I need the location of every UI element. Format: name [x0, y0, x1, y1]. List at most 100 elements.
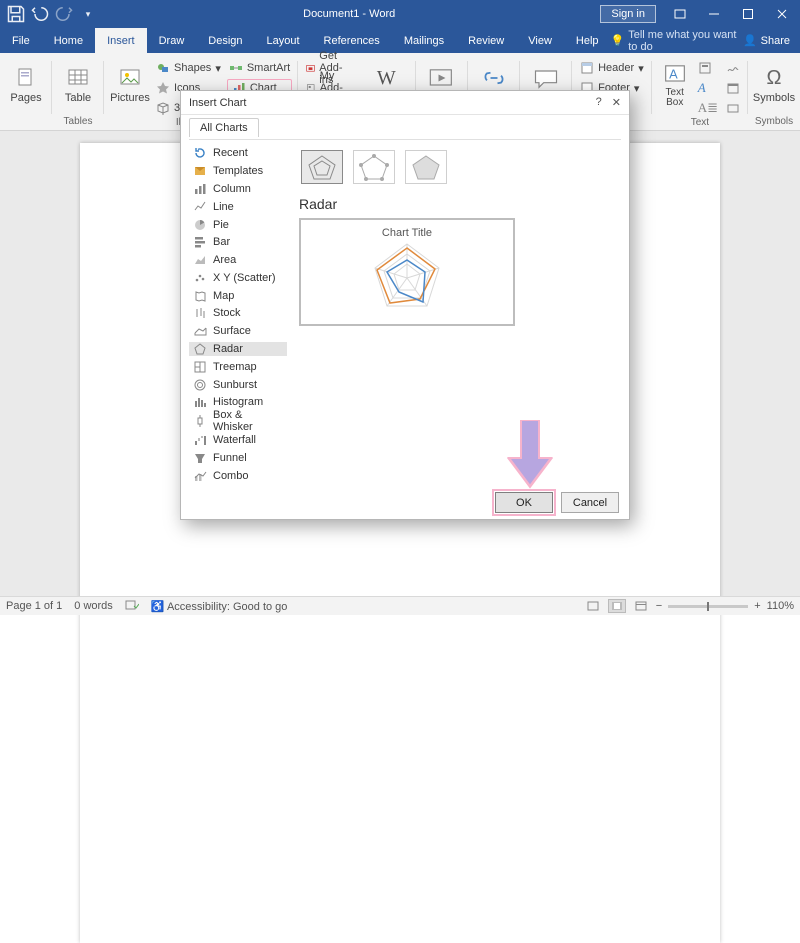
zoom-level[interactable]: 110%: [767, 600, 794, 612]
tab-draw[interactable]: Draw: [147, 28, 197, 53]
chart-type-treemap[interactable]: Treemap: [189, 359, 287, 374]
group-symbols: ΩSymbols Symbols: [748, 53, 800, 130]
chart-type-scatter[interactable]: X Y (Scatter): [189, 270, 287, 285]
radar-subtype-2[interactable]: [353, 150, 395, 184]
templates-icon: [193, 164, 207, 178]
tab-insert[interactable]: Insert: [95, 28, 147, 53]
zoom-out-icon[interactable]: −: [656, 600, 662, 612]
column-icon: [193, 182, 207, 196]
spellcheck-icon[interactable]: [125, 599, 139, 614]
symbols-button[interactable]: ΩSymbols: [754, 57, 794, 113]
chart-type-column[interactable]: Column: [189, 182, 287, 197]
ribbon-display-icon[interactable]: [664, 0, 696, 28]
chart-type-bar[interactable]: Bar: [189, 235, 287, 250]
quick-access-toolbar: ▾: [0, 4, 98, 24]
undo-icon[interactable]: [30, 4, 50, 24]
chart-type-histogram[interactable]: Histogram: [189, 395, 287, 410]
chart-type-templates[interactable]: Templates: [189, 164, 287, 179]
chart-type-waterfall[interactable]: Waterfall: [189, 433, 287, 448]
line-icon: [193, 200, 207, 214]
tab-all-charts[interactable]: All Charts: [189, 118, 259, 137]
chart-type-label: Box & Whisker: [213, 409, 283, 433]
chart-type-label: Surface: [213, 325, 251, 337]
ok-button[interactable]: OK: [495, 492, 553, 513]
chart-preview[interactable]: Chart Title: [299, 218, 515, 326]
tab-layout[interactable]: Layout: [255, 28, 312, 53]
smartart-button[interactable]: SmartArt: [227, 59, 292, 77]
accessibility-status[interactable]: ♿ Accessibility: Good to go: [151, 600, 288, 613]
shapes-button[interactable]: Shapes ▾: [154, 59, 223, 77]
cancel-button[interactable]: Cancel: [561, 492, 619, 513]
web-view-icon[interactable]: [632, 599, 650, 613]
pictures-button[interactable]: Pictures: [110, 57, 150, 113]
save-icon[interactable]: [6, 4, 26, 24]
boxwhisker-icon: [193, 414, 207, 428]
dialog-titlebar[interactable]: Insert Chart ? ✕: [181, 91, 629, 115]
text-box-button[interactable]: AText Box: [658, 57, 692, 113]
dialog-close-icon[interactable]: ✕: [612, 96, 621, 109]
tab-design[interactable]: Design: [196, 28, 254, 53]
status-words[interactable]: 0 words: [74, 600, 113, 612]
maximize-icon[interactable]: [732, 0, 764, 28]
focus-view-icon[interactable]: [584, 599, 602, 613]
date-time-icon[interactable]: [724, 79, 742, 97]
redo-icon[interactable]: [54, 4, 74, 24]
chart-type-label: Line: [213, 201, 234, 213]
zoom-slider[interactable]: [668, 605, 748, 608]
chart-type-combo[interactable]: Combo: [189, 468, 287, 483]
chart-type-funnel[interactable]: Funnel: [189, 451, 287, 466]
dialog-help-icon[interactable]: ?: [596, 96, 602, 109]
pictures-label: Pictures: [110, 92, 150, 104]
tab-view[interactable]: View: [516, 28, 564, 53]
chart-type-line[interactable]: Line: [189, 199, 287, 214]
chart-type-sunburst[interactable]: Sunburst: [189, 377, 287, 392]
table-label: Table: [65, 92, 91, 104]
radar-subtype-1[interactable]: [301, 150, 343, 184]
tables-group-label: Tables: [64, 116, 93, 128]
chart-type-radar[interactable]: Radar: [189, 342, 287, 357]
funnel-icon: [193, 451, 207, 465]
chart-type-label: Area: [213, 254, 236, 266]
tab-help[interactable]: Help: [564, 28, 611, 53]
zoom-in-icon[interactable]: +: [754, 600, 760, 612]
chart-type-stock[interactable]: Stock: [189, 306, 287, 321]
chart-type-label: Sunburst: [213, 379, 257, 391]
group-pages: Pages: [0, 53, 52, 130]
chart-type-boxwhisker[interactable]: Box & Whisker: [189, 413, 287, 430]
tab-mailings[interactable]: Mailings: [392, 28, 456, 53]
chart-type-label: Column: [213, 183, 251, 195]
histogram-icon: [193, 395, 207, 409]
dialog-tabs: All Charts: [181, 115, 629, 137]
chart-type-label: Recent: [213, 147, 248, 159]
scatter-icon: [193, 271, 207, 285]
close-window-icon[interactable]: [766, 0, 798, 28]
waterfall-icon: [193, 433, 207, 447]
tab-home[interactable]: Home: [42, 28, 95, 53]
wordart-icon[interactable]: A: [696, 79, 720, 97]
tab-file[interactable]: File: [0, 28, 42, 53]
tell-me-search[interactable]: 💡 Tell me what you want to do: [611, 29, 737, 53]
header-button[interactable]: Header ▾: [578, 59, 646, 77]
chart-type-area[interactable]: Area: [189, 253, 287, 268]
quick-parts-icon[interactable]: [696, 59, 720, 77]
chart-type-label: Pie: [213, 219, 229, 231]
status-page[interactable]: Page 1 of 1: [6, 600, 62, 612]
sign-in-button[interactable]: Sign in: [600, 5, 656, 23]
tell-me-label: Tell me what you want to do: [628, 29, 737, 53]
chart-type-recent[interactable]: Recent: [189, 146, 287, 161]
table-button[interactable]: Table: [58, 57, 98, 113]
chart-type-pie[interactable]: Pie: [189, 217, 287, 232]
object-icon[interactable]: [724, 99, 742, 117]
chart-type-surface[interactable]: Surface: [189, 324, 287, 339]
print-layout-view-icon[interactable]: [608, 599, 626, 613]
tab-review[interactable]: Review: [456, 28, 516, 53]
share-button[interactable]: 👤 Share: [743, 34, 790, 47]
pages-button[interactable]: Pages: [6, 57, 46, 113]
radar-subtype-3[interactable]: [405, 150, 447, 184]
signature-line-icon[interactable]: [724, 59, 742, 77]
minimize-icon[interactable]: [698, 0, 730, 28]
chart-type-map[interactable]: Map: [189, 288, 287, 303]
chart-section-title: Radar: [299, 196, 621, 212]
qat-customize-icon[interactable]: ▾: [78, 4, 98, 24]
drop-cap-icon[interactable]: A≣: [696, 99, 720, 117]
